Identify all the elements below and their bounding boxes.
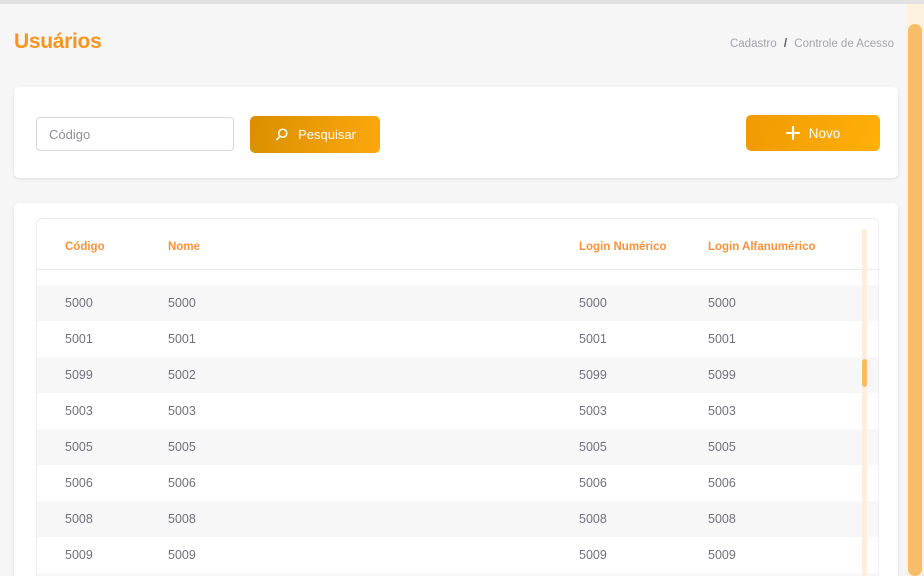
pesquisar-button[interactable]: Pesquisar: [250, 116, 380, 153]
cell-login-alfanumerico: 5008: [708, 512, 736, 526]
cell-codigo: 5008: [65, 512, 93, 526]
cell-codigo: 5006: [65, 476, 93, 490]
search-panel: Pesquisar Novo: [14, 87, 898, 178]
cell-login-alfanumerico: 5003: [708, 404, 736, 418]
cell-codigo: 5001: [65, 332, 93, 346]
pesquisar-button-label: Pesquisar: [298, 127, 356, 142]
plus-icon: [785, 126, 800, 140]
table-row[interactable]: 5000 5000 5000 5000: [37, 285, 878, 321]
table-row[interactable]: 5008 5008 5008 5008: [37, 501, 878, 537]
column-header-nome[interactable]: Nome: [168, 241, 200, 253]
cell-login-alfanumerico: 5001: [708, 332, 736, 346]
table-row[interactable]: 5005 5005 5005 5005: [37, 429, 878, 465]
cell-login-numerico: 5008: [579, 512, 607, 526]
breadcrumb-current: Controle de Acesso: [794, 38, 894, 50]
cell-login-numerico: 5099: [579, 368, 607, 382]
column-header-codigo[interactable]: Código: [65, 241, 105, 253]
cell-login-numerico: 5009: [579, 548, 607, 562]
cell-codigo: 5005: [65, 440, 93, 454]
cell-codigo: 5099: [65, 368, 93, 382]
cell-nome: 5005: [168, 440, 196, 454]
cell-login-numerico: 5003: [579, 404, 607, 418]
breadcrumb-section[interactable]: Cadastro: [730, 38, 777, 50]
cell-login-alfanumerico: 5005: [708, 440, 736, 454]
table-row[interactable]: 5009 5009 5009 5009: [37, 537, 878, 573]
page-title: Usuários: [14, 30, 102, 53]
cell-nome: 5000: [168, 296, 196, 310]
page-scrollbar-thumb[interactable]: [908, 24, 922, 576]
page-scrollbar[interactable]: [906, 4, 924, 576]
cell-login-numerico: 5000: [579, 296, 607, 310]
cell-login-numerico: 5005: [579, 440, 607, 454]
table-body: 5000 5000 5000 5000 5001 5001 5001 5001 …: [37, 285, 878, 576]
cell-login-numerico: 5006: [579, 476, 607, 490]
cell-nome: 5009: [168, 548, 196, 562]
table-scrollbar-thumb[interactable]: [862, 359, 867, 387]
breadcrumb: Cadastro / Controle de Acesso: [730, 38, 894, 50]
cell-login-alfanumerico: 5009: [708, 548, 736, 562]
cell-login-alfanumerico: 5099: [708, 368, 736, 382]
cell-codigo: 5003: [65, 404, 93, 418]
table-row[interactable]: 5099 5002 5099 5099: [37, 357, 878, 393]
cell-codigo: 5009: [65, 548, 93, 562]
table-row[interactable]: 5003 5003 5003 5003: [37, 393, 878, 429]
codigo-input[interactable]: [36, 117, 234, 151]
cell-login-alfanumerico: 5000: [708, 296, 736, 310]
cell-nome: 5003: [168, 404, 196, 418]
novo-button[interactable]: Novo: [746, 115, 880, 151]
cell-nome: 5008: [168, 512, 196, 526]
cell-codigo: 5000: [65, 296, 93, 310]
table-row[interactable]: 5006 5006 5006 5006: [37, 465, 878, 501]
table-header: Código Nome Login Numérico Login Alfanum…: [37, 219, 878, 269]
cell-nome: 5001: [168, 332, 196, 346]
table-row[interactable]: 5001 5001 5001 5001: [37, 321, 878, 357]
breadcrumb-separator: /: [783, 38, 788, 50]
column-header-login-alfanumerico[interactable]: Login Alfanumérico: [708, 241, 816, 253]
cell-login-numerico: 5001: [579, 332, 607, 346]
cell-nome: 5006: [168, 476, 196, 490]
magnifier-icon: [274, 127, 289, 142]
column-header-login-numerico[interactable]: Login Numérico: [579, 241, 667, 253]
top-strip: [0, 0, 924, 4]
users-table-panel: Código Nome Login Numérico Login Alfanum…: [14, 203, 898, 576]
users-table: Código Nome Login Numérico Login Alfanum…: [36, 218, 879, 576]
cell-nome: 5002: [168, 368, 196, 382]
table-scrollbar[interactable]: [862, 229, 867, 576]
cell-login-alfanumerico: 5006: [708, 476, 736, 490]
novo-button-label: Novo: [808, 125, 841, 141]
header-divider: [37, 269, 878, 270]
